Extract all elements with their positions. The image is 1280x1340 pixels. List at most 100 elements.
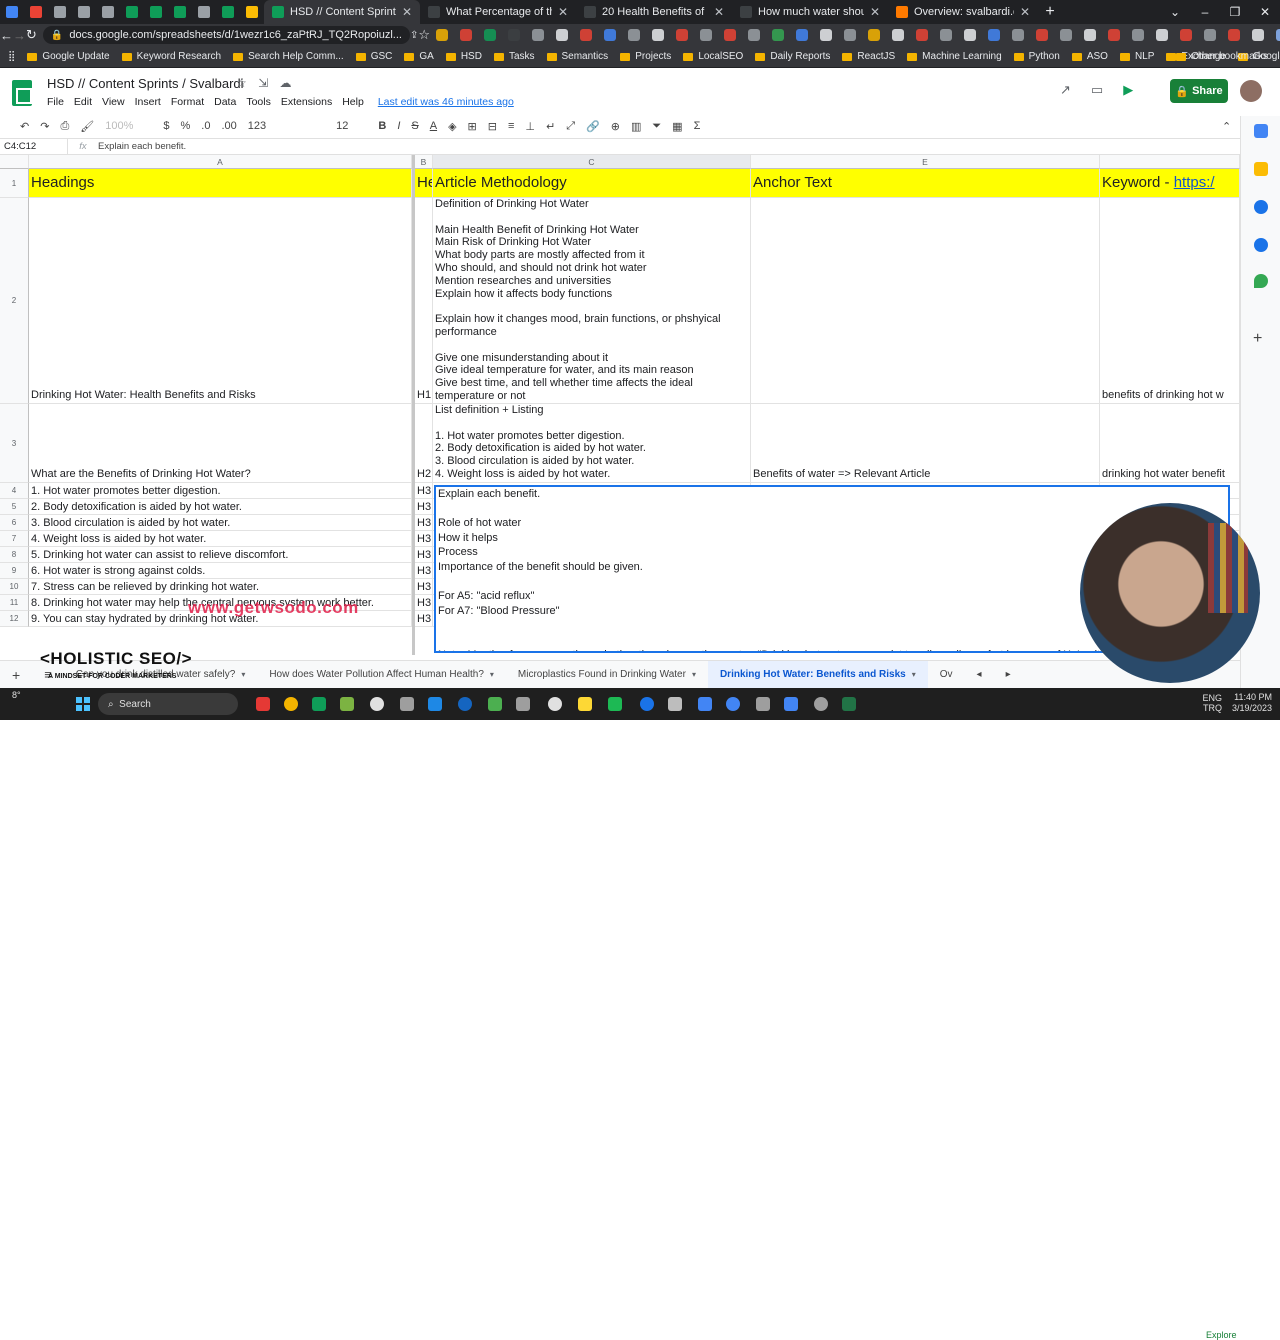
extension-icon[interactable] (1228, 29, 1241, 41)
formula-input[interactable]: Explain each benefit. (98, 141, 186, 152)
extension-icon[interactable] (604, 29, 617, 41)
taskbar-app-icon[interactable] (726, 697, 740, 711)
sheet-tab-menu-icon[interactable]: ▾ (912, 670, 916, 679)
taskbar-app-icon[interactable] (458, 697, 472, 711)
back-icon[interactable]: ← (0, 28, 13, 43)
extension-icon[interactable] (1276, 29, 1280, 41)
row-header[interactable]: 12 (0, 611, 29, 627)
extension-icon[interactable] (1252, 29, 1265, 41)
tasks-icon[interactable] (1254, 200, 1268, 214)
column-header-b[interactable]: B (415, 155, 433, 169)
share-button[interactable]: 🔒 Share (1170, 79, 1228, 103)
sheet-tab[interactable]: How does Water Pollution Affect Human He… (257, 661, 506, 689)
taskbar-app-icon[interactable] (370, 697, 384, 711)
cell-keyword[interactable]: drinking hot water benefit (1100, 404, 1240, 483)
sheet-tab-menu-icon[interactable]: ▾ (241, 670, 245, 679)
comment-icon[interactable]: ⊕ (611, 120, 620, 133)
header-cell-keyword[interactable]: Keyword - https:/ (1100, 169, 1240, 198)
print-icon[interactable]: ⎙ (60, 120, 69, 133)
bookmark-item[interactable]: GA (404, 51, 434, 62)
menu-help[interactable]: Help (342, 96, 364, 108)
maximize-icon[interactable]: ❐ (1220, 5, 1250, 19)
taskbar-app-icon[interactable] (516, 697, 530, 711)
explore-button[interactable]: Explore (1206, 1330, 1237, 1340)
bookmark-item[interactable]: Tasks (493, 51, 535, 62)
pinned-tab[interactable] (0, 0, 24, 24)
row-header[interactable]: 11 (0, 595, 29, 611)
bookmark-item[interactable]: ASO (1071, 51, 1108, 62)
add-sheet-button[interactable]: + (0, 661, 32, 689)
clock-date[interactable]: 3/19/2023 (1232, 703, 1272, 714)
keep-icon[interactable] (1254, 162, 1268, 176)
row-header[interactable]: 10 (0, 579, 29, 595)
maps-icon[interactable] (1254, 274, 1268, 288)
taskbar-app-icon[interactable] (256, 697, 270, 711)
close-icon[interactable]: ✕ (1250, 5, 1280, 19)
more-formats-button[interactable]: 123 (248, 120, 266, 132)
cell-methodology[interactable]: Definition of Drinking Hot Water Main He… (433, 198, 751, 404)
clock-time[interactable]: 11:40 PM (1232, 692, 1272, 703)
menu-data[interactable]: Data (214, 96, 236, 108)
currency-button[interactable]: $ (163, 120, 169, 132)
taskbar-app-icon[interactable] (400, 697, 414, 711)
redo-icon[interactable]: ↷ (40, 120, 49, 133)
cloud-icon[interactable]: ☁ (280, 76, 292, 90)
undo-icon[interactable]: ↶ (20, 120, 29, 133)
share-page-icon[interactable]: ⇪ (410, 30, 418, 41)
taskbar-app-icon[interactable] (698, 697, 712, 711)
cell-heading-level[interactable]: H3 (415, 531, 433, 547)
cell-heading-level[interactable]: H3 (415, 579, 433, 595)
taskbar-app-icon[interactable] (312, 697, 326, 711)
pinned-tab[interactable] (240, 0, 264, 24)
taskbar-app-icon[interactable] (814, 697, 828, 711)
taskbar-app-icon[interactable] (756, 697, 770, 711)
taskbar-app-icon[interactable] (488, 697, 502, 711)
extension-icon[interactable] (724, 29, 737, 41)
cell-heading-level[interactable]: H3 (415, 611, 433, 627)
extension-icon[interactable] (868, 29, 881, 41)
calendar-icon[interactable] (1254, 124, 1268, 138)
taskbar-app-icon[interactable] (428, 697, 442, 711)
bookmark-item[interactable]: NLP (1119, 51, 1154, 62)
system-tray[interactable]: ENG TRQ 11:40 PM 3/19/2023 (1202, 692, 1272, 714)
pinned-tab[interactable] (216, 0, 240, 24)
menu-view[interactable]: View (102, 96, 125, 108)
fill-color-icon[interactable]: ◈ (448, 120, 456, 133)
filter-icon[interactable]: ⏷ (652, 120, 661, 133)
browser-tab[interactable]: How much water should you dri ✕ (732, 0, 888, 24)
meet-icon[interactable]: ▶ (1123, 82, 1133, 98)
extension-icon[interactable] (628, 29, 641, 41)
header-cell-anchor[interactable]: Anchor Text (751, 169, 1100, 198)
bookmark-item[interactable]: GSC (355, 51, 392, 62)
column-header-e[interactable]: E (751, 155, 1100, 169)
bookmark-item[interactable]: HSD (445, 51, 482, 62)
pinned-tab[interactable] (144, 0, 168, 24)
header-cell-headings[interactable]: Headings (29, 169, 412, 198)
avatar[interactable] (1240, 80, 1262, 102)
extension-icon[interactable] (460, 29, 473, 41)
row-header[interactable]: 9 (0, 563, 29, 579)
pinned-tab[interactable] (96, 0, 120, 24)
extension-icon[interactable] (820, 29, 833, 41)
row-header[interactable]: 7 (0, 531, 29, 547)
cell-heading[interactable]: 7. Stress can be relieved by drinking ho… (29, 579, 412, 595)
sheet-tab-menu-icon[interactable]: ▾ (490, 670, 494, 679)
header-cell-b[interactable]: He (415, 169, 433, 198)
close-tab-icon[interactable]: ✕ (1020, 5, 1030, 19)
browser-tab[interactable]: HSD // Content Sprints / Svalbardi ✕ (264, 0, 420, 24)
rotate-icon[interactable]: ⤢ (566, 120, 575, 133)
row-header[interactable]: 1 (0, 169, 29, 198)
contacts-icon[interactable] (1254, 238, 1268, 252)
taskbar-app-icon[interactable] (608, 697, 622, 711)
cell-heading[interactable]: 1. Hot water promotes better digestion. (29, 483, 412, 499)
extension-icon[interactable] (700, 29, 713, 41)
scroll-tabs-left-icon[interactable]: ◂ (965, 661, 994, 689)
paint-format-icon[interactable]: 🖌 (80, 120, 94, 133)
weather-widget[interactable]: 8° (12, 690, 21, 700)
row-header[interactable]: 3 (0, 404, 29, 483)
extension-icon[interactable] (556, 29, 569, 41)
pinned-tab[interactable] (192, 0, 216, 24)
extension-icon[interactable] (1132, 29, 1145, 41)
browser-tab[interactable]: 20 Health Benefits of Drinking W ✕ (576, 0, 732, 24)
apps-icon[interactable]: ⣿ (8, 51, 15, 62)
